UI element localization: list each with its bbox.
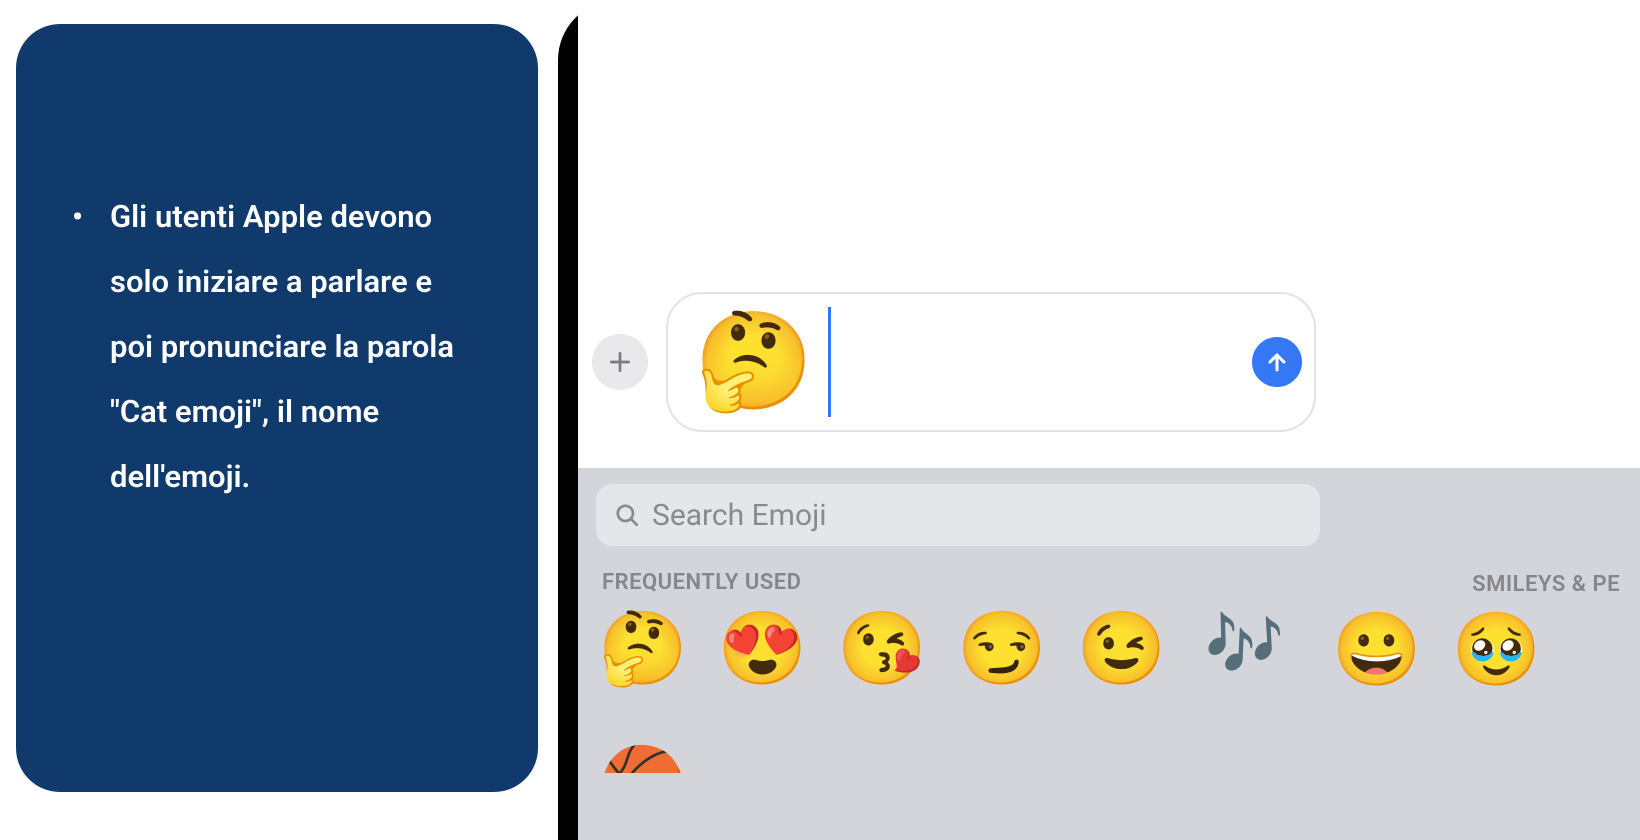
emoji-kiss-heart[interactable]: 😘 [837, 613, 927, 685]
message-input[interactable]: 🤔 [666, 292, 1316, 432]
emoji-wink[interactable]: 😉 [1077, 613, 1167, 685]
send-button[interactable] [1252, 337, 1302, 387]
info-bullet: Gli utenti Apple devono solo iniziare a … [72, 184, 482, 509]
message-area-overflow [1330, 0, 1640, 468]
plus-icon [607, 349, 633, 375]
typed-emoji: 🤔 [694, 314, 814, 410]
emoji-keyboard-overflow: SMILEYS & PE 😀 🥹 [1330, 468, 1640, 840]
emoji-thinking[interactable]: 🤔 [598, 613, 688, 685]
emoji-grinning[interactable]: 😀 [1332, 614, 1422, 686]
emoji-grid-frequent-row2: 🏀 [596, 701, 1320, 773]
message-area: 🤔 [578, 0, 1338, 468]
section-label-smileys: SMILEYS & PE [1472, 572, 1620, 597]
search-icon [614, 502, 640, 528]
emoji-smirk[interactable]: 😏 [957, 613, 1047, 685]
search-placeholder: Search Emoji [652, 498, 827, 533]
emoji-music-notes[interactable]: 🎶 [1196, 613, 1284, 685]
emoji-grid-smileys: 😀 🥹 [1332, 614, 1541, 686]
text-cursor [828, 307, 831, 417]
emoji-heart-eyes[interactable]: 😍 [718, 613, 808, 685]
emoji-grid-frequent: 🤔 😍 😘 😏 😉 🎶 [596, 613, 1320, 685]
arrow-up-icon [1265, 350, 1289, 374]
emoji-basketball[interactable]: 🏀 [598, 749, 688, 773]
section-label-frequent: FREQUENTLY USED [602, 570, 802, 595]
emoji-keyboard: Search Emoji FREQUENTLY USED 🤔 😍 😘 😏 😉 🎶… [578, 468, 1338, 840]
info-card: Gli utenti Apple devono solo iniziare a … [16, 24, 538, 792]
compose-row: 🤔 [578, 278, 1338, 446]
emoji-search-input[interactable]: Search Emoji [596, 484, 1320, 546]
add-attachment-button[interactable] [592, 334, 648, 390]
phone-screen: 🤔 Search Emoji FREQUENTLY USED [578, 0, 1338, 840]
emoji-holding-tears[interactable]: 🥹 [1452, 614, 1542, 686]
